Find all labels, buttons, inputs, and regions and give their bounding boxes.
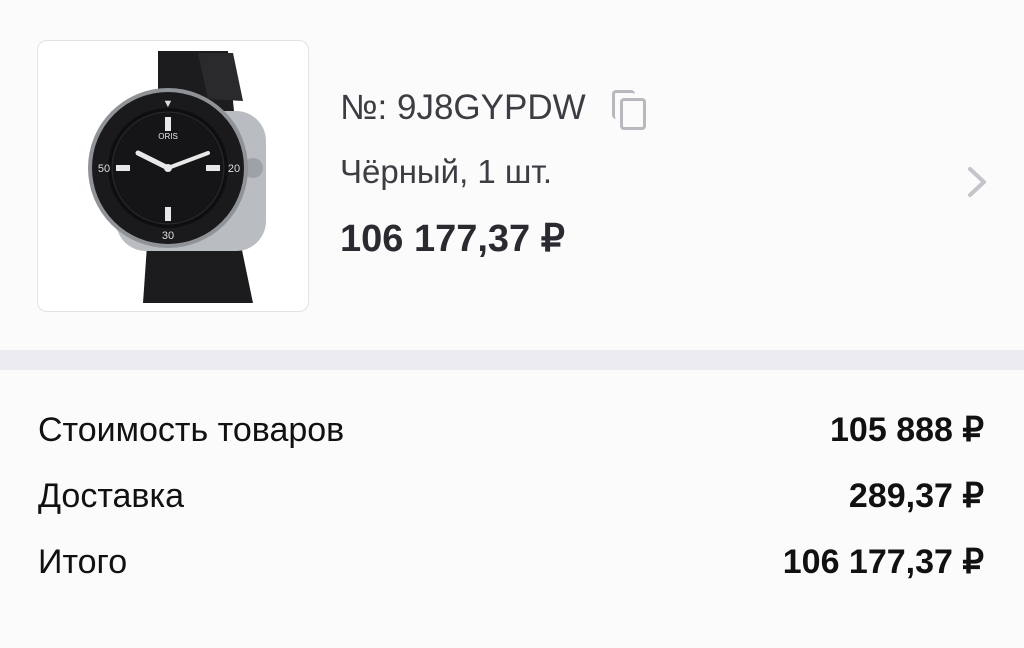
summary-row-total: Итого 106 177,37 ₽ xyxy=(38,542,984,582)
svg-text:20: 20 xyxy=(228,163,240,175)
summary-value: 106 177,37 ₽ xyxy=(782,543,984,581)
order-summary: Стоимость товаров 105 888 ₽ Доставка 289… xyxy=(0,370,1024,648)
summary-label: Стоимость товаров xyxy=(38,410,345,449)
chevron-right-icon[interactable] xyxy=(962,165,992,199)
section-divider xyxy=(0,350,1024,370)
svg-text:50: 50 xyxy=(98,163,110,175)
order-number: №: 9J8GYPDW xyxy=(340,88,586,127)
watch-image-icon: ▼ 20 30 50 ORIS xyxy=(88,51,266,303)
order-item-card[interactable]: ▼ 20 30 50 ORIS №: 9J8GYPDW Чёрный, 1 шт… xyxy=(0,0,1024,350)
svg-text:▼: ▼ xyxy=(163,98,174,110)
summary-row-delivery: Доставка 289,37 ₽ xyxy=(38,476,984,516)
summary-row-goods: Стоимость товаров 105 888 ₽ xyxy=(38,410,984,450)
product-image[interactable]: ▼ 20 30 50 ORIS xyxy=(37,40,309,312)
product-variant: Чёрный, 1 шт. xyxy=(340,153,553,190)
order-number-row: №: 9J8GYPDW xyxy=(340,88,648,130)
svg-text:30: 30 xyxy=(162,230,174,242)
svg-text:ORIS: ORIS xyxy=(158,132,178,141)
summary-value: 289,37 ₽ xyxy=(848,477,984,515)
summary-label: Итого xyxy=(38,542,128,581)
summary-label: Доставка xyxy=(38,476,185,515)
product-price: 106 177,37 ₽ xyxy=(340,218,565,260)
summary-value: 105 888 ₽ xyxy=(830,411,984,449)
copy-icon[interactable] xyxy=(610,88,648,130)
